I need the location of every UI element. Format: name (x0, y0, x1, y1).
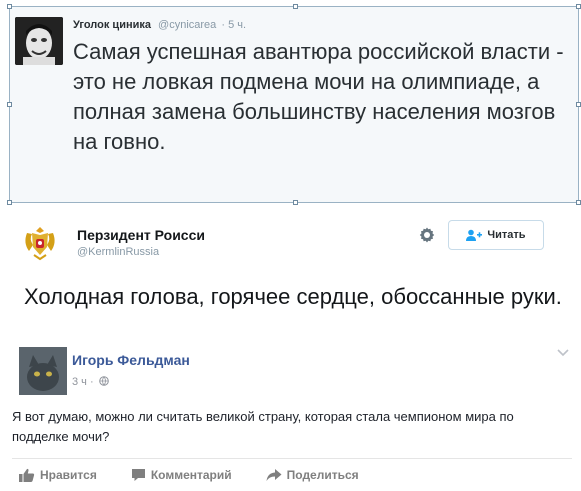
post-time[interactable]: 3 ч · (72, 376, 94, 388)
avatar[interactable] (19, 347, 67, 395)
avatar-image (15, 17, 63, 65)
share-button[interactable]: Поделиться (266, 468, 359, 482)
author-name[interactable]: Перзидент Роисси (77, 227, 205, 243)
post-actions: Нравится Комментарий Поделиться (19, 468, 393, 482)
post-meta: 3 ч · (72, 376, 109, 388)
comment-button[interactable]: Комментарий (131, 468, 232, 482)
tweet-time[interactable]: · 5 ч. (221, 19, 246, 31)
tweet-text: Самая успешная авантюра российской власт… (73, 39, 564, 154)
author-name[interactable]: Игорь Фельдман (72, 352, 190, 368)
share-arrow-icon (266, 469, 282, 481)
comment-icon (131, 469, 145, 481)
tweet-header: Уголок циника @cynicarea · 5 ч. (73, 19, 246, 31)
avatar[interactable] (15, 17, 63, 65)
selection-handle-bottom-right[interactable] (576, 200, 581, 205)
author-handle[interactable]: @cynicarea (158, 19, 216, 31)
coat-of-arms-avatar[interactable] (19, 221, 61, 263)
thumbs-up-icon (19, 468, 35, 482)
tweet-cynicarea: Уголок циника @cynicarea · 5 ч. Самая ус… (7, 4, 581, 205)
like-label: Нравится (40, 468, 97, 482)
tweet-text: Холодная голова, горячее сердце, обоссан… (24, 284, 562, 309)
globe-icon[interactable] (98, 376, 109, 386)
selection-handle-middle-right[interactable] (576, 102, 581, 107)
add-user-icon (466, 229, 483, 241)
selection-handle-bottom-left[interactable] (7, 200, 12, 205)
comment-label: Комментарий (150, 468, 232, 482)
chevron-down-icon[interactable] (556, 348, 570, 358)
selection-handle-bottom-center[interactable] (293, 200, 298, 205)
follow-button-label: Читать (487, 229, 526, 241)
author-handle[interactable]: @KermlinRussia (77, 246, 159, 258)
divider (12, 458, 572, 459)
gear-icon[interactable] (418, 226, 436, 244)
like-button[interactable]: Нравится (19, 468, 97, 482)
selection-handle-top-center[interactable] (293, 4, 298, 9)
selection-handle-middle-left[interactable] (7, 102, 12, 107)
selection-handle-top-right[interactable] (576, 4, 581, 9)
selection-handle-top-left[interactable] (7, 4, 12, 9)
follow-button[interactable]: Читать (448, 220, 544, 250)
author-name[interactable]: Уголок циника (73, 19, 151, 31)
share-label: Поделиться (286, 468, 359, 482)
post-text: Я вот думаю, можно ли считать великой ст… (12, 409, 514, 444)
avatar-image (19, 347, 67, 395)
